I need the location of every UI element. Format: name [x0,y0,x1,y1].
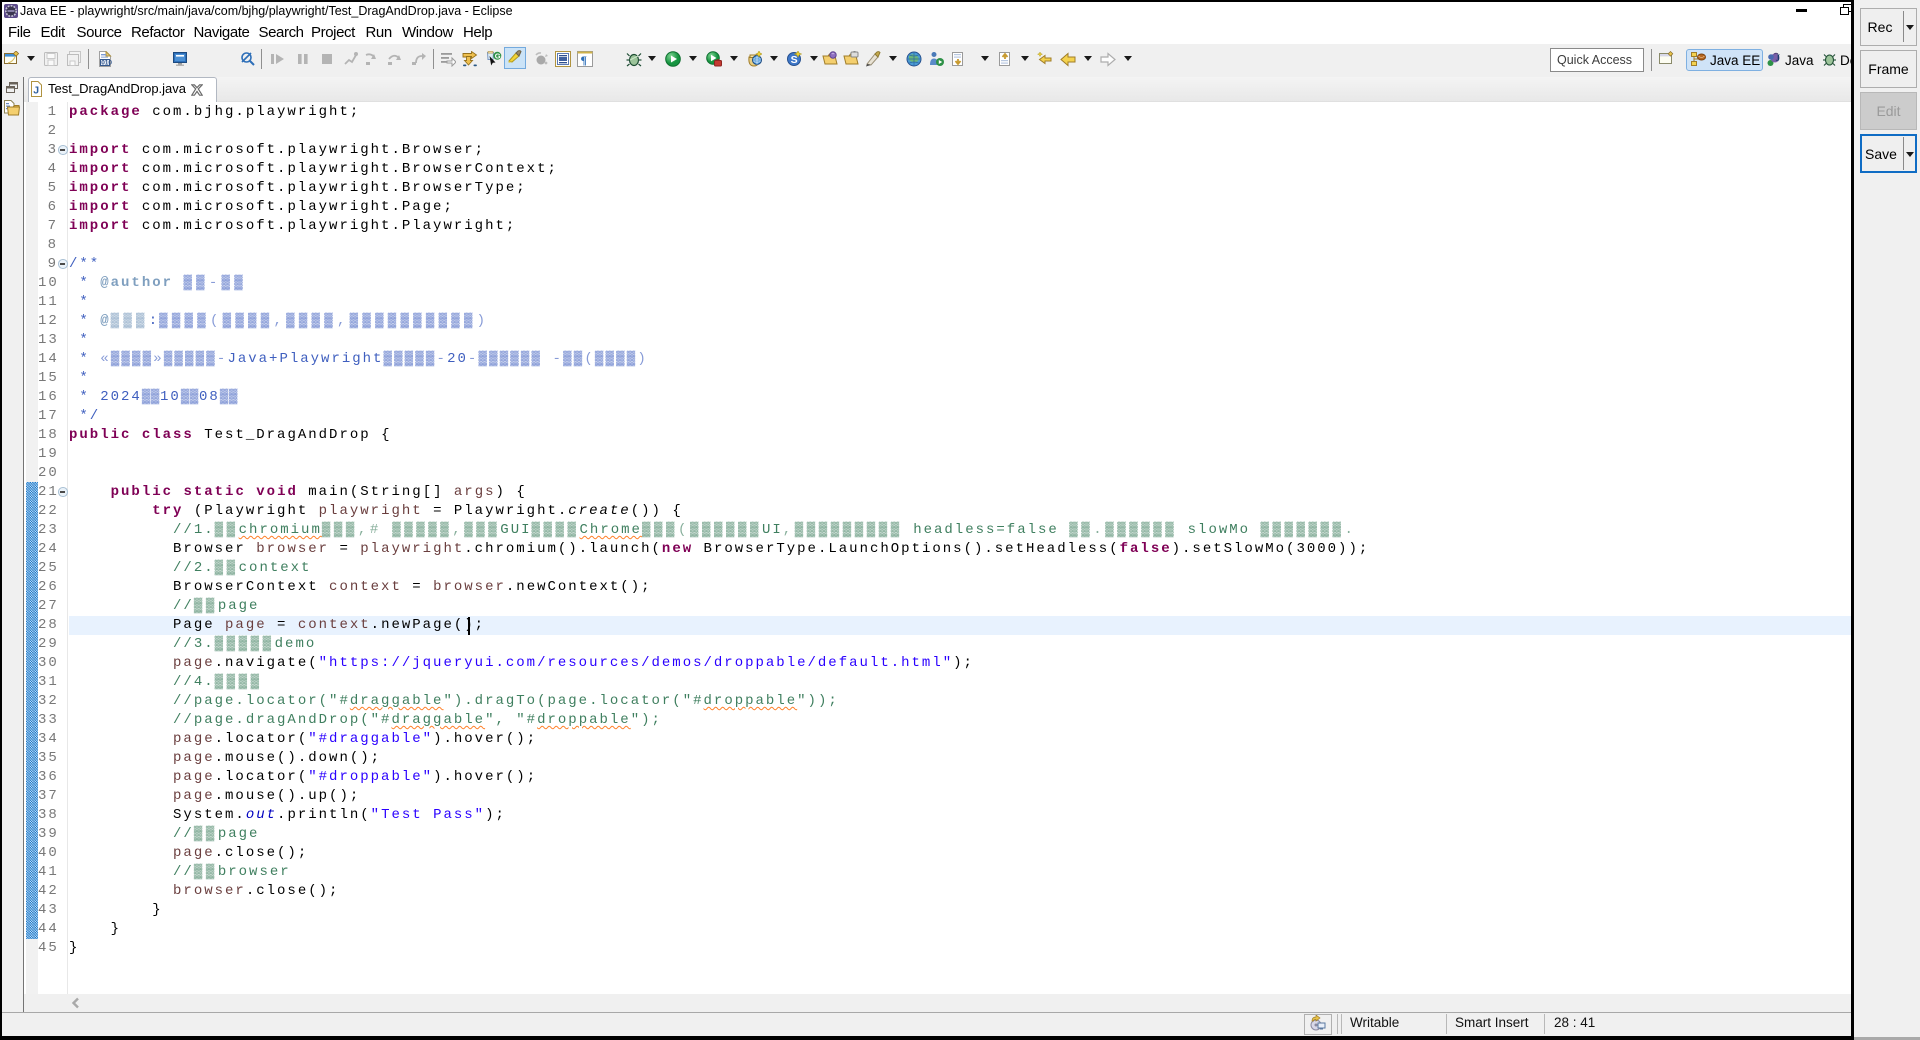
svg-text:S: S [791,54,798,66]
svg-text:¶: ¶ [581,53,587,67]
svg-text:010: 010 [101,59,112,66]
svg-text:G: G [495,52,501,61]
svg-text:J: J [33,85,39,97]
svg-text:J: J [1776,53,1781,63]
